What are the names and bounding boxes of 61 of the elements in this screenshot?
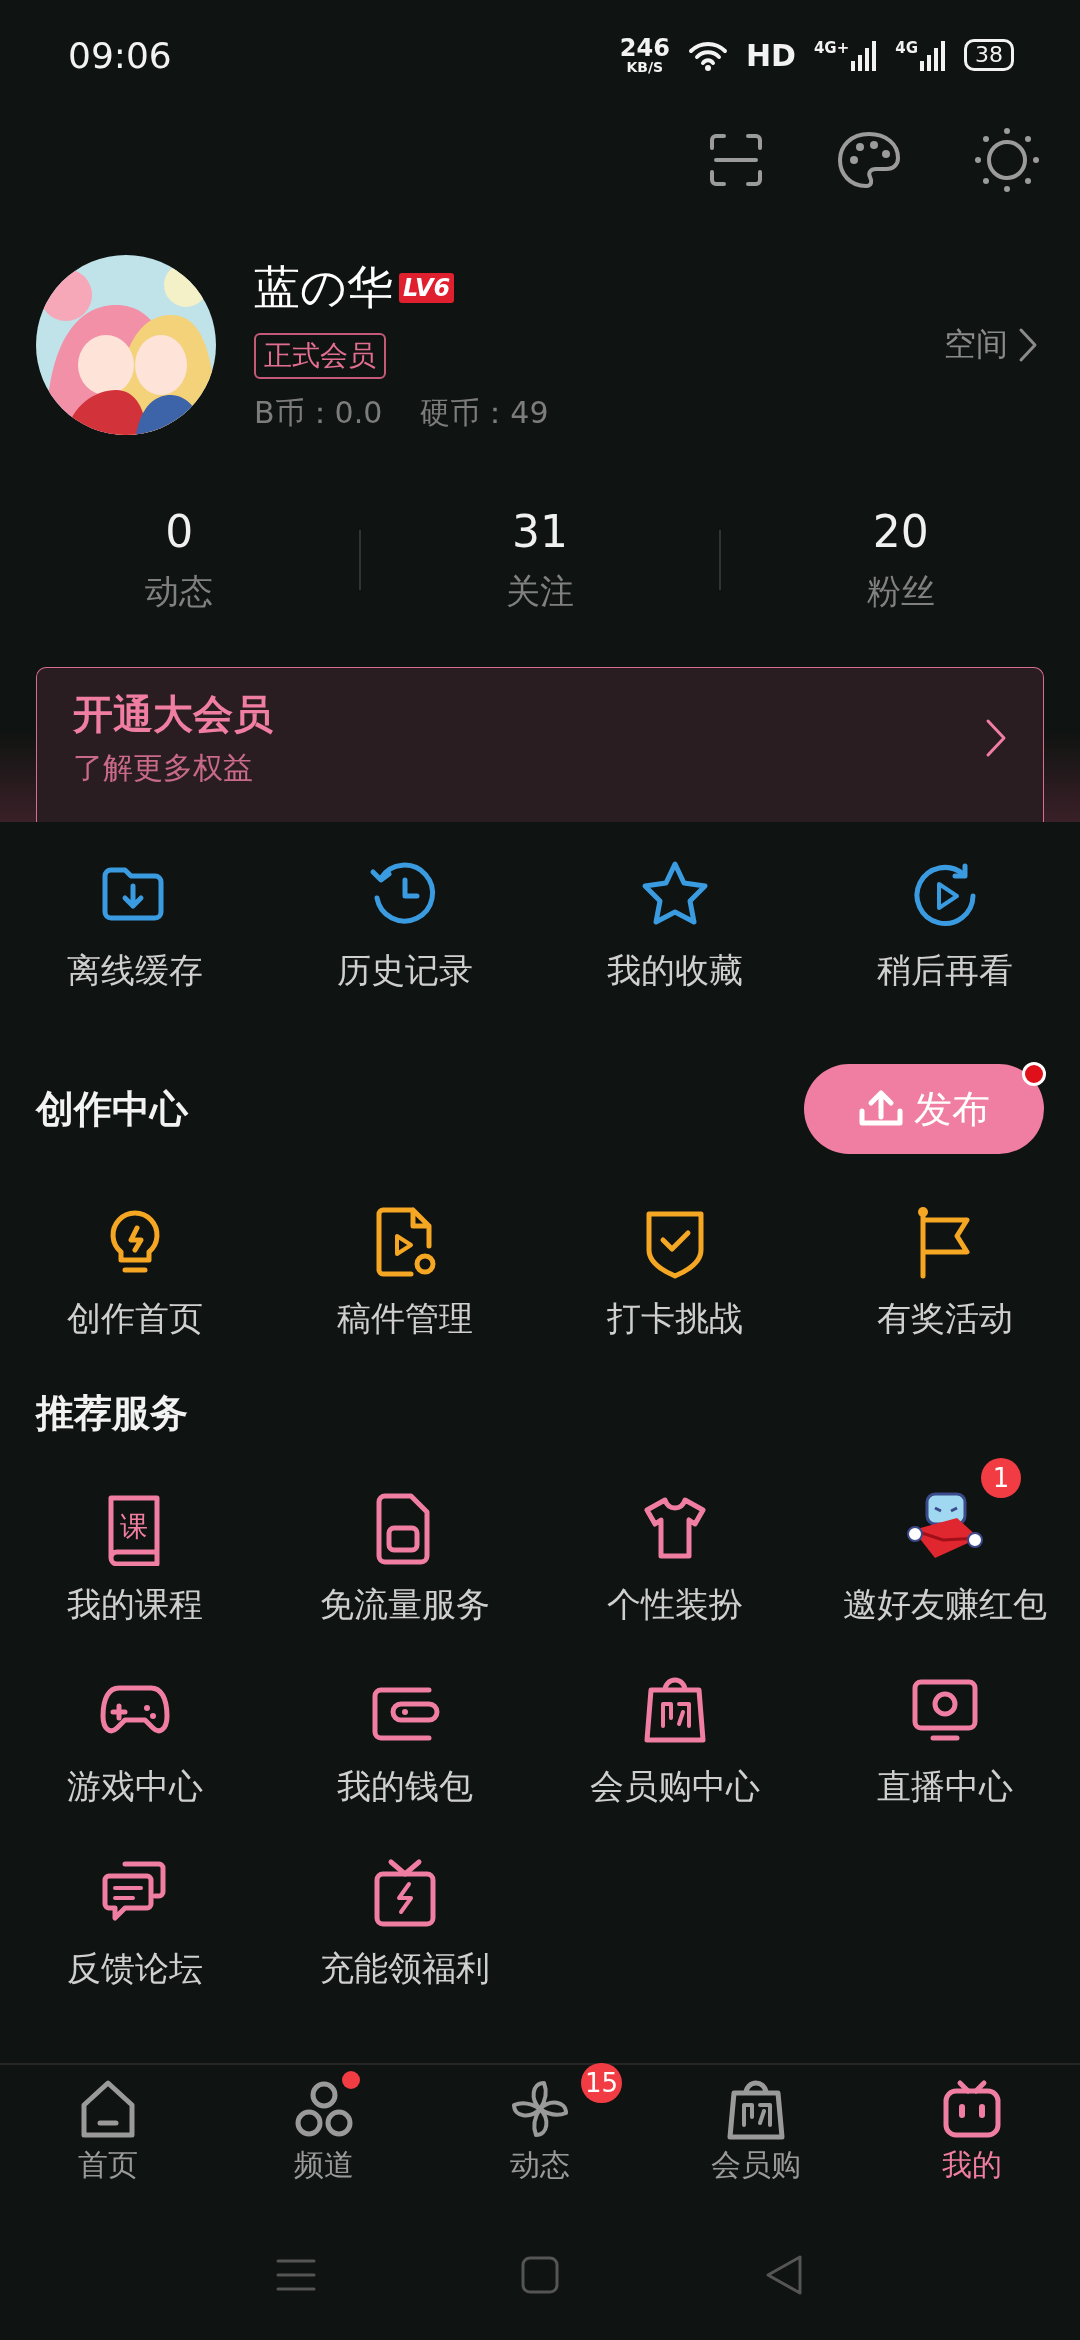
grid-item-label[interactable]: 免流量服务 [320,1582,490,1628]
speed-unit: KB/S [626,60,664,74]
stat-count[interactable]: 0 [165,505,194,557]
grid-item-label[interactable]: 创作首页 [67,1296,203,1342]
nav-tab[interactable]: 首页 [0,2065,216,2212]
vip-title: 开通大会员 [73,690,273,739]
grid-item-label[interactable]: 历史记录 [337,948,473,994]
signal-icon [851,39,878,71]
vip-subtitle: 了解更多权益 [73,749,254,787]
stat-label[interactable]: 粉丝 [866,568,935,615]
section-title: 创作中心 [36,1085,188,1133]
member-badge: 正式会员 [254,332,386,379]
chevron-right-icon [1018,327,1038,363]
username: 蓝の华 [254,258,393,316]
network-type: 4G+ [813,39,850,57]
stat-count[interactable]: 20 [872,505,929,557]
grid-item-label[interactable]: 稿件管理 [337,1296,473,1342]
nav-tab[interactable]: 我的 [864,2065,1080,2212]
stat-label[interactable]: 关注 [506,568,574,615]
palette-icon[interactable] [836,130,902,190]
grid-item-label[interactable]: 直播中心 [877,1764,1013,1810]
grid-item-label[interactable]: 反馈论坛 [67,1946,203,1992]
clock-time: 09:06 [68,34,172,76]
hd-label: HD [745,37,796,73]
grid-item-label[interactable]: 离线缓存 [67,948,203,994]
grid-item-label[interactable]: 游戏中心 [67,1764,203,1810]
coin-balance: 硬币：49 [420,393,549,432]
chevron-right-icon [985,718,1007,758]
grid-item-label[interactable]: 个性装扮 [607,1582,743,1628]
grid-item-label[interactable]: 有奖活动 [877,1296,1013,1342]
network-type: 4G [895,39,918,57]
grid-item-label[interactable]: 我的钱包 [337,1764,473,1810]
grid-item-label[interactable]: 我的课程 [67,1582,203,1628]
nav-tab[interactable]: 会员购 [648,2065,864,2212]
signal-icon [920,39,946,71]
sun-icon[interactable] [974,127,1040,193]
notification-badge: 15 [580,2063,622,2103]
nav-tab[interactable]: 15 动态 [432,2065,648,2212]
menu-icon[interactable] [276,2258,316,2292]
wifi-icon [687,39,728,71]
network-speed: 246 [619,36,670,60]
grid-item-label[interactable]: 打卡挑战 [607,1296,743,1342]
nav-tab[interactable]: 频道 [216,2065,432,2212]
section-title: 推荐服务 [36,1389,188,1437]
scan-icon[interactable] [708,132,764,188]
space-link[interactable]: 空间 [944,323,1038,367]
grid-item-label[interactable]: 邀好友赚红包 [843,1582,1047,1628]
grid-item-label[interactable]: 充能领福利 [320,1946,490,1992]
grid-item-label[interactable]: 会员购中心 [590,1764,760,1810]
battery-level: 38 [964,39,1014,71]
back-icon[interactable] [764,2254,804,2296]
grid-item-label[interactable]: 我的收藏 [607,948,743,994]
level-badge: LV6 [399,272,455,303]
notification-badge: 1 [981,1458,1021,1498]
b-coin-balance: B币：0.0 [254,393,383,432]
grid-item-label[interactable]: 稍后再看 [877,948,1013,994]
stat-count[interactable]: 31 [512,505,568,557]
vip-banner[interactable]: 开通大会员 了解更多权益 [36,667,1044,822]
square-icon[interactable] [521,2256,559,2294]
stat-label[interactable]: 动态 [145,568,214,615]
upload-icon [858,1089,904,1129]
